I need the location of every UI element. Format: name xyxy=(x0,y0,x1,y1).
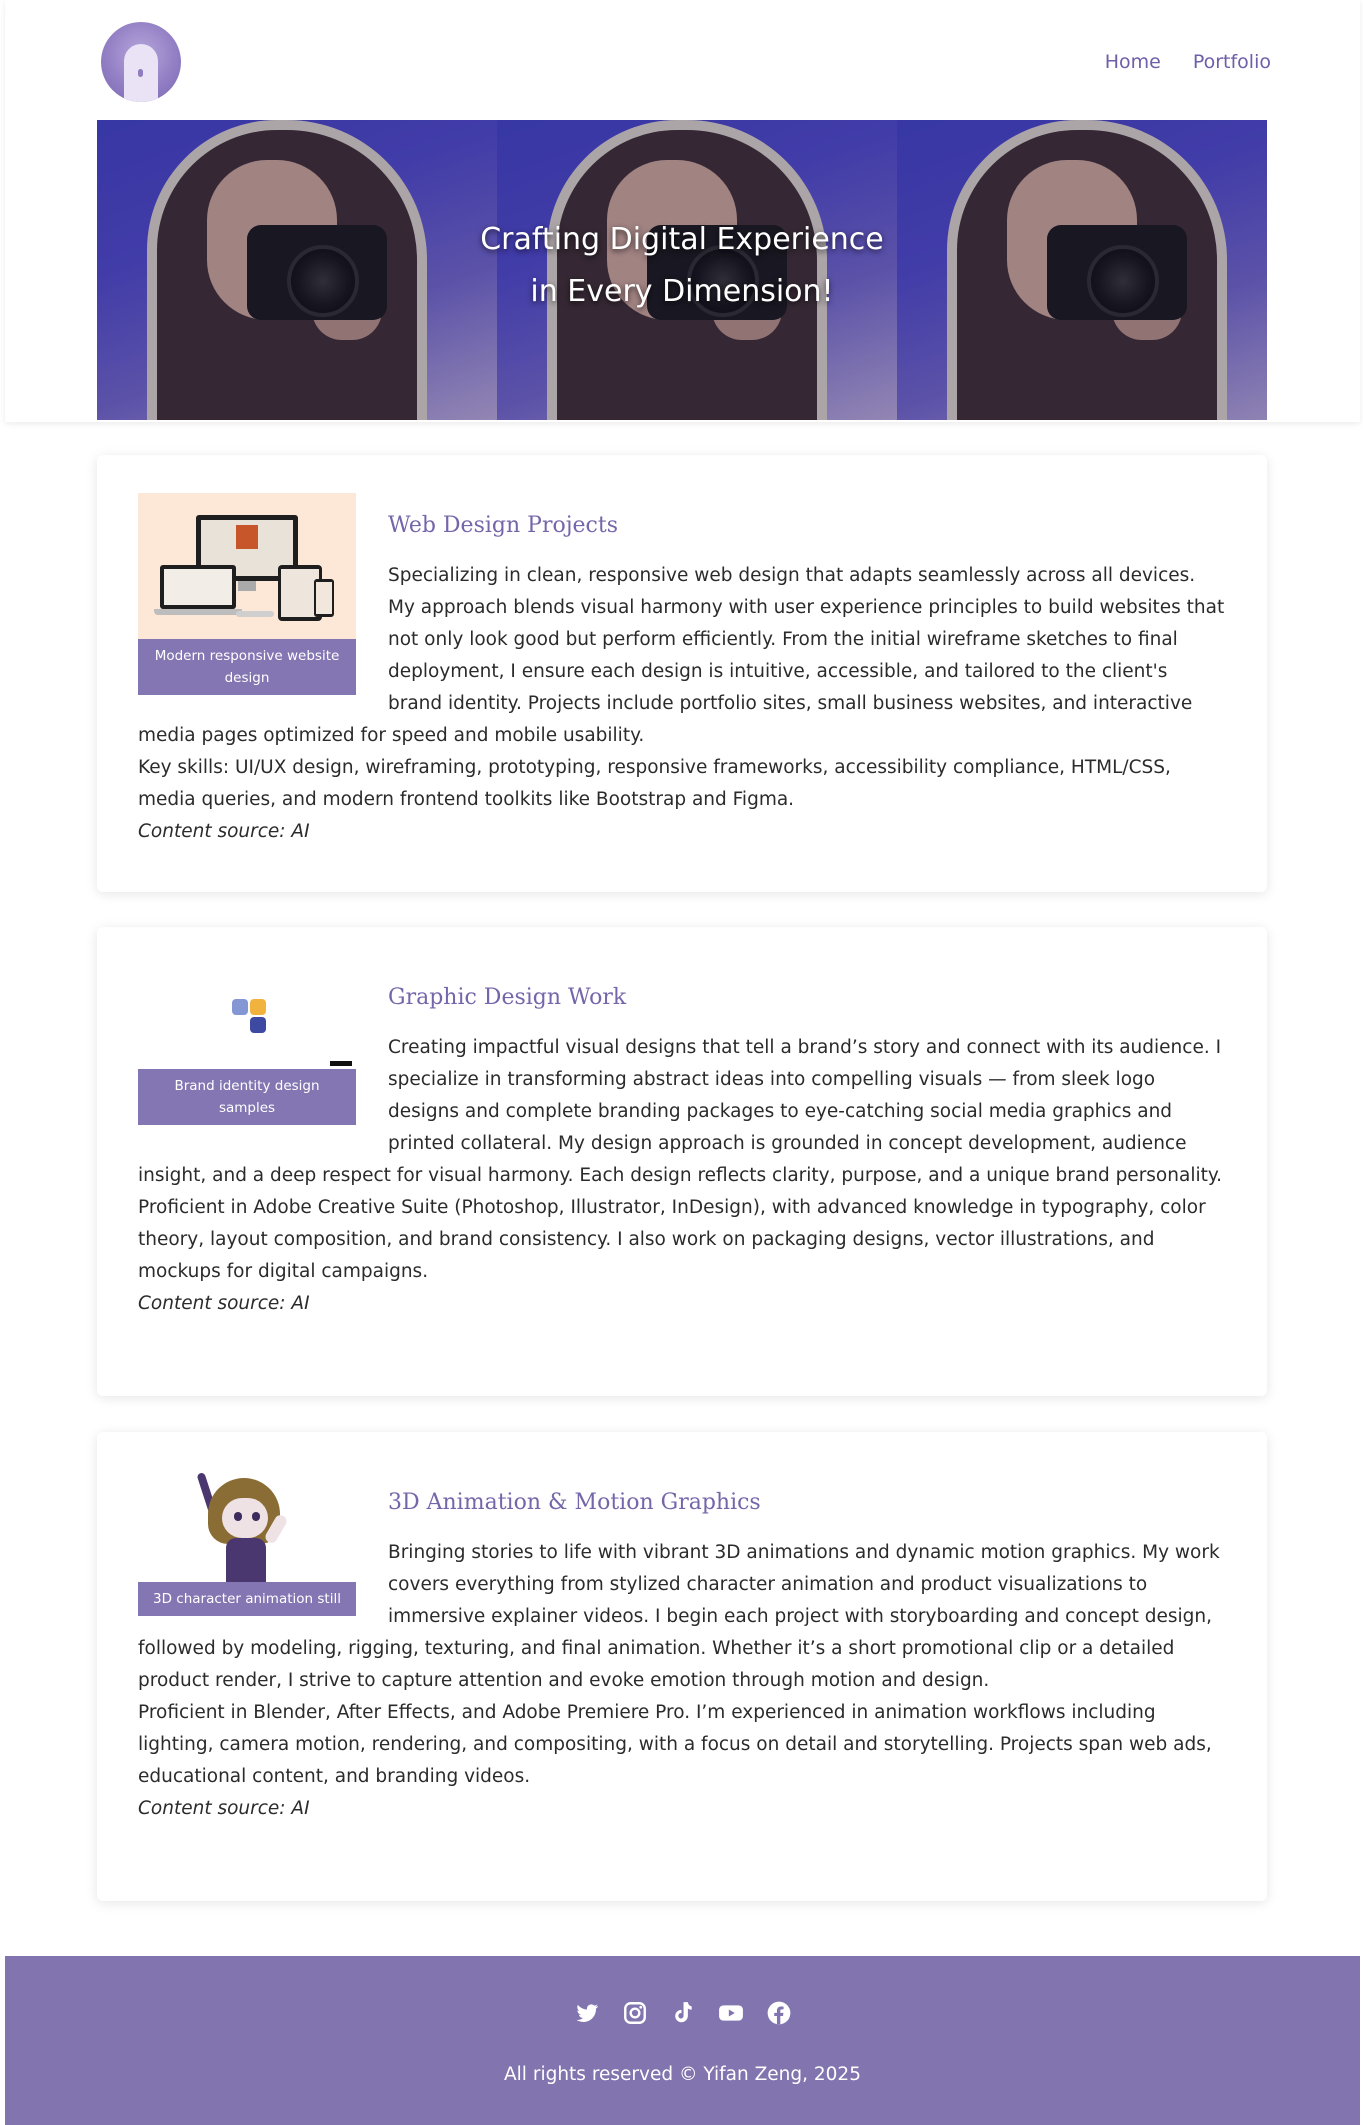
animation-figure: 3D character animation still xyxy=(138,1470,356,1616)
site-logo[interactable] xyxy=(101,22,181,102)
page: Home Portfolio Crafting Digital Experien… xyxy=(5,0,1360,2125)
card-skills: Proficient in Blender, After Effects, an… xyxy=(138,1702,1212,1787)
figure-caption: Brand identity design samples xyxy=(138,1069,356,1125)
web-design-figure: Modern responsive website design xyxy=(138,493,356,695)
site-header: Home Portfolio Crafting Digital Experien… xyxy=(5,0,1360,422)
facebook-icon[interactable] xyxy=(766,2000,792,2026)
hero-banner: Crafting Digital Experience in Every Dim… xyxy=(97,120,1267,420)
card-skills: Key skills: UI/UX design, wireframing, p… xyxy=(138,757,1171,810)
content-source: Content source: AI xyxy=(138,821,310,842)
content-source: Content source: AI xyxy=(138,1293,310,1314)
hero-title-line1: Crafting Digital Experience xyxy=(480,222,884,257)
copyright-text: All rights reserved © Yifan Zeng, 2025 xyxy=(504,2064,861,2085)
devices-mockup-image xyxy=(138,493,356,639)
youtube-icon[interactable] xyxy=(718,2000,744,2026)
hero-title-line2: in Every Dimension! xyxy=(530,274,834,309)
graphic-design-card: Brand identity design samples Graphic De… xyxy=(97,927,1267,1396)
nav-portfolio-link[interactable]: Portfolio xyxy=(1193,51,1271,73)
social-links xyxy=(5,2000,1360,2026)
hero-title: Crafting Digital Experience in Every Dim… xyxy=(97,214,1267,318)
web-design-card: Modern responsive website design Web Des… xyxy=(97,455,1267,892)
graphic-design-figure: Brand identity design samples xyxy=(138,965,356,1125)
character-render-image xyxy=(138,1470,356,1582)
figure-caption: 3D character animation still xyxy=(138,1582,356,1616)
content-source: Content source: AI xyxy=(138,1798,310,1819)
card-skills: Proficient in Adobe Creative Suite (Phot… xyxy=(138,1197,1206,1282)
tiktok-icon[interactable] xyxy=(670,2000,696,2026)
animation-card: 3D character animation still 3D Animatio… xyxy=(97,1432,1267,1901)
site-footer: All rights reserved © Yifan Zeng, 2025 xyxy=(5,1956,1360,2125)
figure-caption: Modern responsive website design xyxy=(138,639,356,695)
nav-home-link[interactable]: Home xyxy=(1105,51,1161,73)
twitter-icon[interactable] xyxy=(574,2000,600,2026)
logo-dot-shape xyxy=(138,69,143,77)
brand-identity-image xyxy=(138,965,356,1069)
main-nav: Home Portfolio xyxy=(1105,51,1271,73)
instagram-icon[interactable] xyxy=(622,2000,648,2026)
